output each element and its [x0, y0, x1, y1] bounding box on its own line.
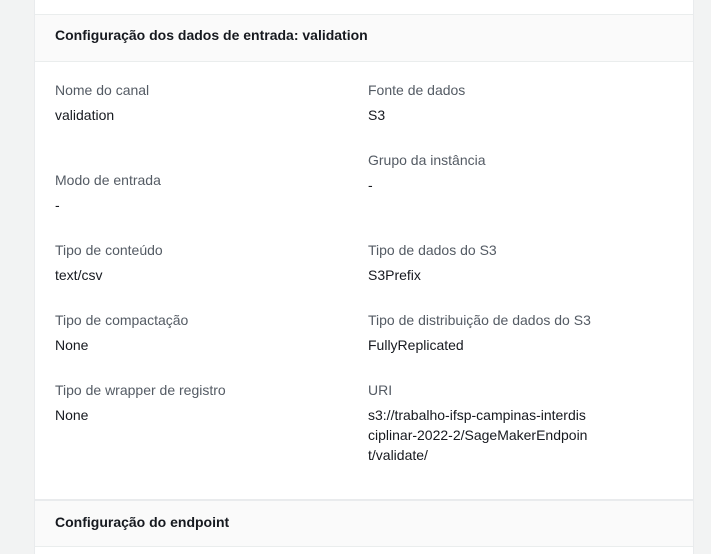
- content-type-value: text/csv: [55, 267, 103, 283]
- endpoint-config-panel: Configuração do endpoint: [34, 500, 694, 554]
- endpoint-config-header: Configuração do endpoint: [35, 501, 693, 547]
- field-s3-distribution-type: Tipo de distribuição de dados do S3 Full…: [368, 310, 668, 355]
- field-s3-data-type: Tipo de dados do S3 S3Prefix: [368, 240, 668, 285]
- field-channel-name: Nome do canal validation: [55, 80, 355, 125]
- uri-label: URI: [368, 382, 393, 398]
- s3-distribution-type-label: Tipo de distribuição de dados do S3: [368, 312, 591, 328]
- page: Configuração dos dados de entrada: valid…: [0, 0, 711, 554]
- record-wrapper-type-value: None: [55, 407, 89, 423]
- input-mode-label: Modo de entrada: [55, 172, 161, 188]
- compression-type-label: Tipo de compactação: [55, 312, 189, 328]
- input-data-config-panel: Configuração dos dados de entrada: valid…: [34, 0, 694, 500]
- instance-group-label: Grupo da instância: [368, 152, 486, 168]
- s3-data-type-value: S3Prefix: [368, 267, 421, 283]
- field-content-type: Tipo de conteúdo text/csv: [55, 240, 355, 285]
- input-mode-value: -: [55, 197, 60, 213]
- compression-type-value: None: [55, 337, 89, 353]
- record-wrapper-type-label: Tipo de wrapper de registro: [55, 382, 226, 398]
- input-data-config-title: Configuração dos dados de entrada: valid…: [55, 27, 368, 43]
- channel-name-value: validation: [55, 107, 115, 123]
- instance-group-value: -: [368, 177, 373, 193]
- field-uri: URI s3://trabalho-ifsp-campinas-interdis…: [368, 380, 668, 465]
- data-source-value: S3: [368, 107, 386, 123]
- field-compression-type: Tipo de compactação None: [55, 310, 355, 355]
- field-data-source: Fonte de dados S3: [368, 80, 668, 125]
- input-data-config-header: Configuração dos dados de entrada: valid…: [35, 14, 693, 62]
- s3-data-type-label: Tipo de dados do S3: [368, 242, 497, 258]
- uri-value[interactable]: s3://trabalho-ifsp-campinas-interdiscipl…: [368, 405, 588, 465]
- field-instance-group: Grupo da instância -: [368, 150, 668, 195]
- endpoint-config-title: Configuração do endpoint: [55, 514, 230, 530]
- content-type-label: Tipo de conteúdo: [55, 242, 163, 258]
- field-record-wrapper-type: Tipo de wrapper de registro None: [55, 380, 355, 425]
- field-input-mode: Modo de entrada -: [55, 170, 355, 215]
- channel-name-label: Nome do canal: [55, 82, 150, 98]
- data-source-label: Fonte de dados: [368, 82, 466, 98]
- s3-distribution-type-value: FullyReplicated: [368, 337, 464, 353]
